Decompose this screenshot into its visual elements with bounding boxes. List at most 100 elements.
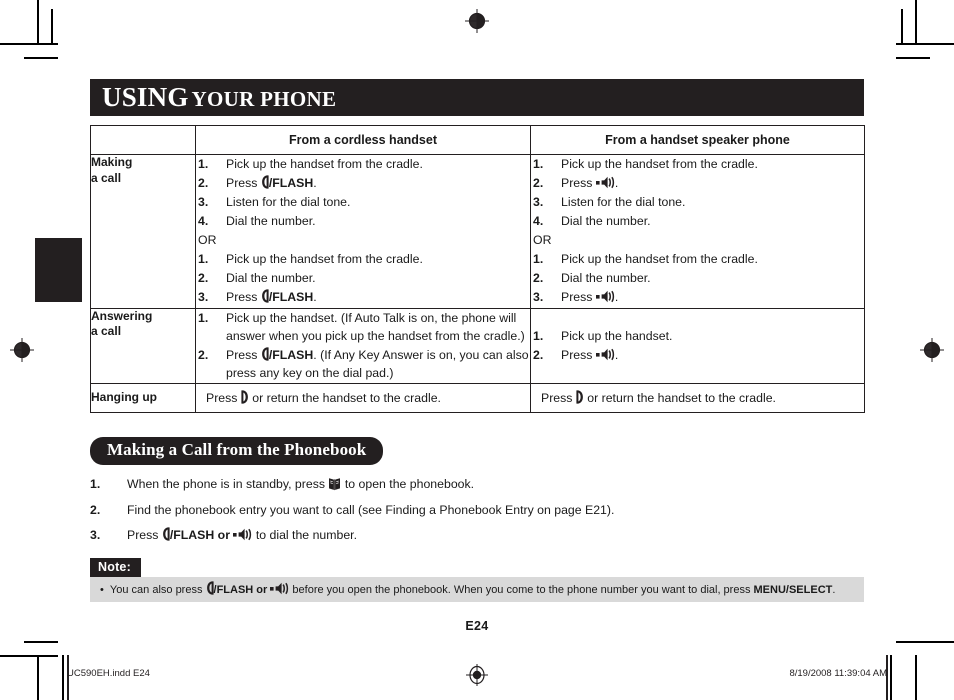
thumb-index-tab bbox=[35, 238, 82, 302]
crop-mark-tl-h2 bbox=[24, 57, 58, 59]
step-number: 2. bbox=[198, 176, 209, 191]
procedure-step: 3. Press . bbox=[531, 288, 864, 306]
crop-mark-tl-h bbox=[0, 43, 58, 45]
note-box: Note: • You can also press /FLASH or bef… bbox=[90, 557, 864, 603]
step-number: 3. bbox=[533, 195, 544, 210]
note-label: Note: bbox=[90, 557, 141, 577]
key-label: /FLASH or bbox=[213, 583, 271, 596]
step-number: 1. bbox=[198, 252, 209, 267]
step-number: 2. bbox=[533, 271, 544, 286]
table-row-hanging-up: Hanging up Press or return the handset t… bbox=[90, 382, 865, 414]
handset-talk-icon bbox=[206, 580, 214, 595]
crop-mark-br-h bbox=[896, 641, 954, 643]
crop-mark-tr-v2 bbox=[901, 9, 903, 44]
handset-talk-icon bbox=[261, 347, 269, 361]
key-label: /FLASH or bbox=[169, 528, 234, 543]
crop-mark-br-v2 bbox=[890, 655, 892, 700]
speakerphone-icon bbox=[595, 176, 615, 189]
step-number: 1. bbox=[198, 157, 209, 171]
page-title-secondary: YOUR PHONE bbox=[191, 87, 337, 111]
procedure-step: 2. Dial the number. bbox=[531, 269, 864, 287]
speakerphone-icon bbox=[270, 582, 289, 595]
speakerphone-icon bbox=[595, 290, 615, 303]
step-number: 1. bbox=[90, 477, 101, 492]
step-number: 3. bbox=[198, 195, 209, 210]
cell-hanging-cordless: Press or return the handset to the cradl… bbox=[195, 382, 531, 414]
crop-mark-tr-h2 bbox=[896, 57, 930, 59]
crop-mark-tl-v bbox=[37, 0, 39, 44]
phonebook-steps-list: 1. When the phone is in standby, press to… bbox=[90, 475, 864, 544]
key-label: /FLASH bbox=[268, 176, 314, 191]
procedure-step: 2. Press /FLASH. (If Any Key Answer is on… bbox=[198, 347, 529, 380]
or-separator: OR bbox=[198, 233, 217, 248]
procedure-step: 1. Pick up the handset. bbox=[531, 327, 864, 345]
step-number: 2. bbox=[198, 271, 209, 286]
note-body: • You can also press /FLASH or before yo… bbox=[90, 576, 864, 603]
procedure-step: 3. Listen for the dial tone. bbox=[196, 193, 530, 211]
handset-off-icon bbox=[576, 390, 584, 404]
crop-mark-tl-v2 bbox=[51, 9, 53, 44]
procedure-step: 2. Dial the number. bbox=[196, 269, 530, 287]
speakerphone-icon bbox=[595, 348, 615, 361]
step-number: 3. bbox=[90, 528, 101, 543]
procedure-step: 2. Press /FLASH. bbox=[196, 174, 530, 192]
footer-timestamp: 8/19/2008 11:39:04 AM bbox=[789, 668, 887, 679]
handset-off-icon bbox=[241, 390, 249, 404]
phonebook-icon bbox=[328, 477, 341, 491]
page-content: USING YOUR PHONE From a cordless handset … bbox=[90, 79, 865, 603]
step-number: 2. bbox=[533, 176, 544, 191]
key-label: /FLASH bbox=[268, 347, 314, 362]
procedure-step: 3. Press /FLASH. bbox=[196, 288, 530, 306]
handset-talk-icon bbox=[261, 175, 269, 189]
step-number: 2. bbox=[90, 502, 101, 517]
note-bullet: • bbox=[100, 583, 107, 596]
call-procedures-table: From a cordless handset From a handset s… bbox=[90, 125, 865, 414]
procedure-step: 4. Dial the number. bbox=[196, 212, 530, 230]
handset-talk-icon bbox=[261, 289, 269, 304]
footer-filename: UC590EH.indd E24 bbox=[67, 668, 150, 679]
procedure-step: 2. Press . bbox=[531, 346, 864, 364]
table-row-making-a-call: Making a call 1. Pick up the handset from … bbox=[90, 154, 865, 309]
procedure-step: 1. Pick up the handset from the cradle. bbox=[531, 250, 864, 268]
key-label-menu-select: MENU/SELECT bbox=[753, 583, 833, 596]
step-number: 3. bbox=[533, 290, 544, 305]
row-label-answering-a-call: Answering a call bbox=[90, 307, 196, 384]
crop-mark-br-v bbox=[915, 655, 917, 700]
crop-mark-bl-v2 bbox=[62, 655, 64, 700]
registration-mark-right bbox=[919, 337, 945, 363]
cell-making-cordless: 1. Pick up the handset from the cradle. 2.… bbox=[195, 154, 531, 309]
step-number: 2. bbox=[198, 347, 209, 362]
crop-mark-bl-h bbox=[0, 655, 58, 657]
procedure-step: 2. Press . bbox=[531, 174, 864, 192]
step-number: 1. bbox=[533, 252, 544, 267]
crop-mark-tr-v bbox=[915, 0, 917, 44]
section-heading: Making a Call from the Phonebook bbox=[90, 437, 384, 466]
speakerphone-icon bbox=[233, 528, 252, 541]
procedure-step: 1. Pick up the handset from the cradle. bbox=[531, 155, 864, 173]
section-heading-wrap: Making a Call from the Phonebook bbox=[90, 437, 864, 466]
hangup-instruction: Press or return the handset to the cradl… bbox=[541, 390, 776, 405]
step-number: 1. bbox=[198, 310, 209, 325]
crop-mark-bl-h2 bbox=[24, 641, 58, 643]
table-header-blank bbox=[90, 125, 196, 155]
phonebook-step: 3. Press /FLASH or to dial the number. bbox=[90, 526, 864, 544]
procedure-step: 3. Listen for the dial tone. bbox=[531, 193, 864, 211]
registration-mark-bottom bbox=[464, 662, 490, 688]
row-label-making-a-call: Making a call bbox=[90, 154, 196, 309]
procedure-step: 4. Dial the number. bbox=[531, 212, 864, 230]
cell-answering-speaker: 1. Pick up the handset. 2. Press . bbox=[530, 307, 865, 384]
cell-answering-cordless: 1. Pick up the handset. (If Auto Talk is … bbox=[195, 307, 531, 384]
procedure-step: 1. Pick up the handset. (If Auto Talk is … bbox=[198, 310, 525, 343]
crop-mark-bl-v bbox=[37, 655, 39, 700]
table-row-answering-a-call: Answering a call 1. Pick up the handset. (… bbox=[90, 307, 865, 384]
registration-mark-left bbox=[9, 337, 35, 363]
cell-hanging-speaker: Press or return the handset to the cradl… bbox=[530, 382, 865, 414]
step-number: 4. bbox=[533, 214, 544, 229]
table-header-row: From a cordless handset From a handset s… bbox=[90, 125, 865, 155]
table-header-cordless: From a cordless handset bbox=[195, 125, 531, 155]
phonebook-step: 1. When the phone is in standby, press to… bbox=[90, 475, 864, 493]
phonebook-step: 2. Find the phonebook entry you want to c… bbox=[90, 501, 864, 519]
step-number: 3. bbox=[198, 290, 209, 305]
row-label-hanging-up: Hanging up bbox=[90, 382, 196, 414]
page-title-primary: USING bbox=[102, 82, 189, 112]
